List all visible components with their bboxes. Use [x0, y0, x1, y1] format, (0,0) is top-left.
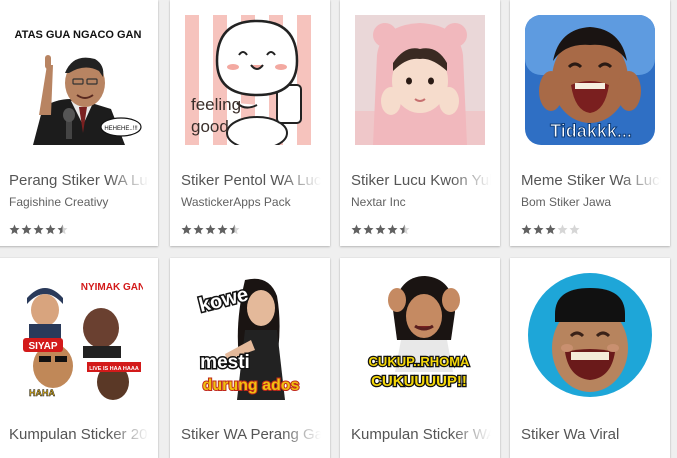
- app-developer[interactable]: Fagishine Creativy: [9, 195, 149, 209]
- politician-pointing-meme-icon: HEHEHE..!!! ATAS GUA NGACO GAN: [13, 15, 143, 145]
- title-fade: [109, 426, 149, 446]
- app-card[interactable]: CUKUP..RHOMA CUKUUUUP!! Kumpulan Sticker…: [340, 258, 500, 458]
- sticker-caption: NYIMAK GAN: [81, 282, 143, 293]
- title-fade: [451, 426, 491, 446]
- app-title[interactable]: Stiker Lucu Kwon Yuli: [351, 172, 491, 192]
- app-developer[interactable]: Bom Stiker Jawa: [521, 195, 661, 209]
- sticker-caption: durung ados: [203, 377, 300, 394]
- svg-text:good: good: [191, 117, 229, 136]
- app-card[interactable]: Stiker Wa Viral: [510, 258, 670, 458]
- meme-caption: Tidakkk...: [550, 121, 632, 141]
- title-fade: [281, 426, 321, 446]
- star-icon: [229, 224, 240, 235]
- sticker-caption: LIVE IS HAA HAAA: [89, 366, 139, 372]
- app-title[interactable]: Stiker Pentol WA Lucu: [181, 172, 321, 192]
- title-fade: [621, 426, 661, 446]
- star-icon: [521, 224, 532, 235]
- rating-stars: [521, 224, 580, 236]
- title-fade: [109, 172, 149, 192]
- girl-pink-hood-icon: [355, 15, 485, 145]
- star-icon: [33, 224, 44, 235]
- star-icon: [9, 224, 20, 235]
- app-card[interactable]: Stiker Lucu Kwon Yuli Nextar Inc: [340, 0, 500, 246]
- star-icon: [545, 224, 556, 235]
- app-title[interactable]: Perang Stiker WA Lucu: [9, 172, 149, 192]
- sticker-caption: mesti: [200, 352, 250, 373]
- star-icon: [45, 224, 56, 235]
- app-developer[interactable]: Nextar Inc: [351, 195, 491, 209]
- star-icon: [181, 224, 192, 235]
- star-icon: [193, 224, 204, 235]
- app-card[interactable]: feeling good Stiker Pentol WA Lucu Wasti…: [170, 0, 330, 246]
- star-icon: [569, 224, 580, 235]
- app-developer[interactable]: WastickerApps Pack: [181, 195, 321, 209]
- app-card[interactable]: NYIMAK GAN SIYAP HAHA LIVE IS HAA HAAA K…: [0, 258, 158, 458]
- title-fade: [621, 172, 661, 192]
- app-card[interactable]: kowe mesti durung ados Stiker WA Perang …: [170, 258, 330, 458]
- title-fade: [281, 172, 321, 192]
- app-title[interactable]: Stiker WA Perang Gan: [181, 426, 321, 446]
- app-title[interactable]: Kumpulan Sticker 2019: [9, 426, 149, 446]
- star-icon: [351, 224, 362, 235]
- star-icon: [21, 224, 32, 235]
- rating-stars: [351, 224, 410, 236]
- app-title[interactable]: Kumpulan Sticker WA: [351, 426, 491, 446]
- star-icon: [57, 224, 68, 235]
- sticker-caption: SIYAP: [28, 341, 57, 352]
- star-icon: [217, 224, 228, 235]
- sticker-caption: HAHA: [29, 388, 55, 398]
- app-card[interactable]: HEHEHE..!!! ATAS GUA NGACO GAN Perang St…: [0, 0, 158, 246]
- meme-caption: ATAS GUA NGACO GAN: [15, 29, 142, 41]
- app-grid: HEHEHE..!!! ATAS GUA NGACO GAN Perang St…: [0, 0, 677, 458]
- rating-stars: [181, 224, 240, 236]
- star-icon: [375, 224, 386, 235]
- star-icon: [399, 224, 410, 235]
- title-fade: [451, 172, 491, 192]
- sticker-caption: CUKUUUUP!!: [371, 373, 467, 390]
- app-title-text: Stiker Wa Viral: [521, 426, 620, 443]
- crying-boy-meme-icon: Tidakkk...: [525, 15, 655, 145]
- laughing-boy-peci-icon: [525, 270, 655, 400]
- meme-bubble-text: HEHEHE..!!!: [104, 126, 138, 132]
- star-icon: [557, 224, 568, 235]
- app-title[interactable]: Meme Stiker Wa Lucu: [521, 172, 661, 192]
- app-card[interactable]: Tidakkk... Meme Stiker Wa Lucu Bom Stike…: [510, 0, 670, 246]
- svg-text:feeling: feeling: [191, 95, 241, 114]
- star-icon: [387, 224, 398, 235]
- sticker-caption: CUKUP..RHOMA: [369, 354, 470, 369]
- girl-pointing-sticker-icon: kowe mesti durung ados: [185, 270, 315, 400]
- rating-stars: [9, 224, 68, 236]
- app-title[interactable]: Stiker Wa Viral: [521, 426, 661, 446]
- sticker-collage-icon: NYIMAK GAN SIYAP HAHA LIVE IS HAA HAAA: [13, 270, 143, 400]
- cute-blob-sticker-icon: feeling good: [185, 15, 315, 145]
- star-icon: [205, 224, 216, 235]
- star-icon: [533, 224, 544, 235]
- star-icon: [363, 224, 374, 235]
- girl-hands-head-sticker-icon: CUKUP..RHOMA CUKUUUUP!!: [355, 270, 485, 400]
